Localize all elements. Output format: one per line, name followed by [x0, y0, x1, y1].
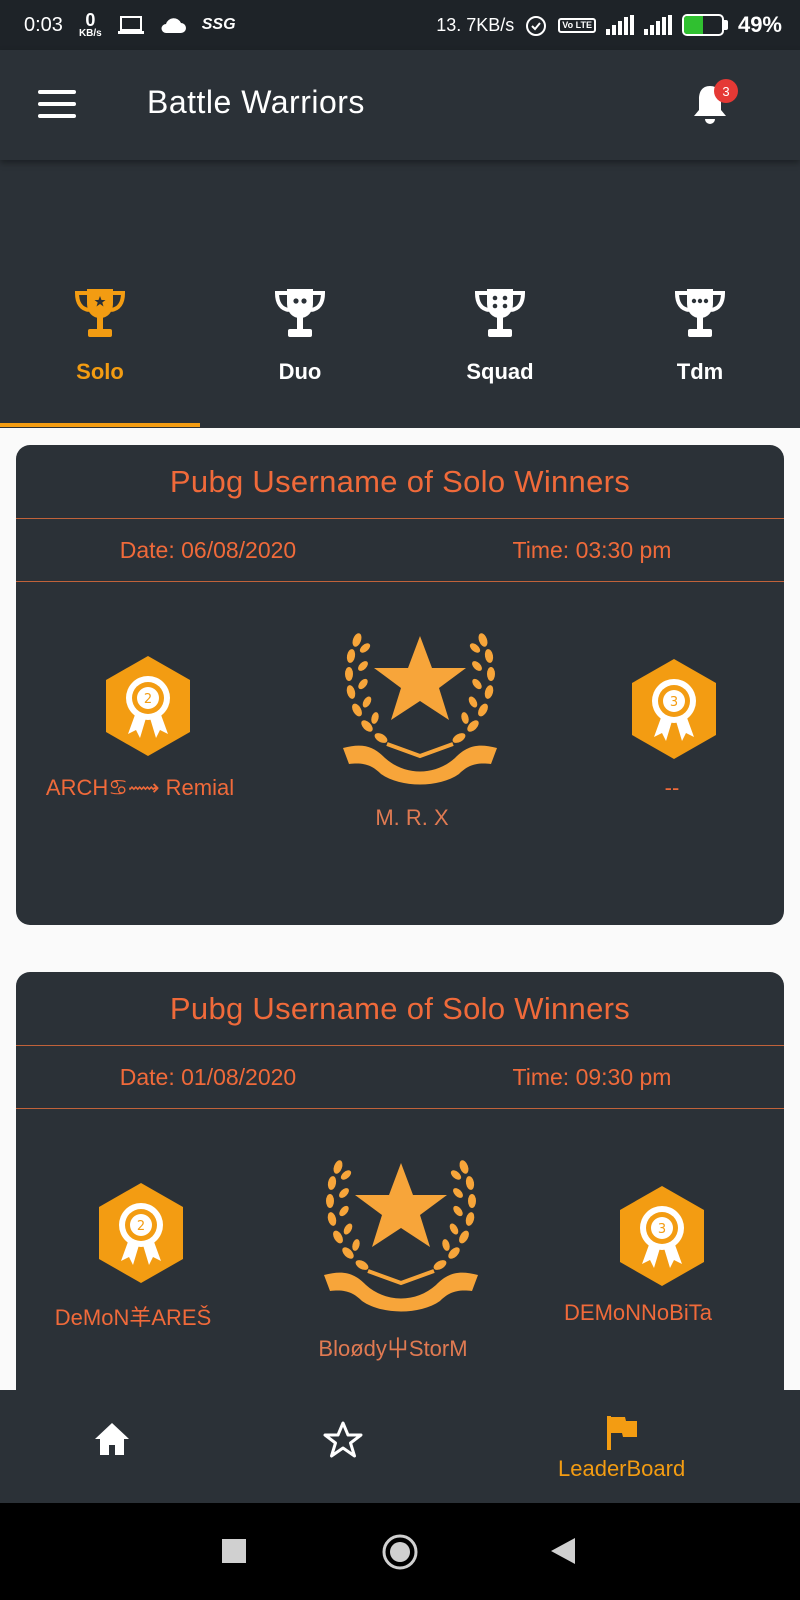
tab-duo[interactable]: Duo	[200, 285, 400, 425]
trophy-icon	[474, 289, 526, 337]
signal-icon-1	[605, 15, 634, 35]
home-system-button[interactable]	[381, 1533, 419, 1576]
trophy-icon	[674, 289, 726, 337]
back-triangle-icon	[551, 1538, 575, 1564]
second-place-name: DeMoN羊AREŠ	[54, 1305, 212, 1330]
menu-icon[interactable]	[38, 90, 76, 118]
tab-label: Solo	[76, 359, 124, 384]
tab-tdm[interactable]: Tdm	[600, 285, 800, 425]
bottom-navigation: LeaderBoard	[0, 1390, 800, 1503]
card-title: Pubg Username of Solo Winners	[16, 445, 784, 519]
match-info: Date: 06/08/2020 Time: 03:30 pm	[16, 519, 784, 582]
tab-label: Tdm	[676, 359, 724, 384]
trophy-icon	[74, 289, 126, 337]
clock: 0:03	[24, 13, 63, 36]
tab-label: Squad	[466, 359, 534, 384]
signal-icon-2	[643, 15, 672, 35]
first-place-wreath-icon	[343, 633, 497, 785]
notification-badge: 3	[714, 79, 738, 103]
match-info: Date: 01/08/2020 Time: 09:30 pm	[16, 1046, 784, 1109]
winners-card: Pubg Username of Solo Winners Date: 06/0…	[16, 445, 784, 925]
circle-icon	[382, 1534, 418, 1570]
speed-value: 0	[85, 10, 96, 30]
svg-text:2: 2	[137, 1219, 145, 1234]
card-title: Pubg Username of Solo Winners	[16, 972, 784, 1046]
second-place-medal-icon: 2	[106, 656, 190, 756]
podium: 2	[16, 1109, 784, 1390]
svg-text:3: 3	[658, 1222, 666, 1237]
first-place-wreath-icon	[324, 1160, 478, 1312]
flag-icon	[606, 1416, 637, 1450]
nav-home[interactable]	[92, 1420, 132, 1458]
winners-card: Pubg Username of Solo Winners Date: 01/0…	[16, 972, 784, 1390]
match-time: Time: 09:30 pm	[512, 1063, 672, 1090]
back-button[interactable]	[551, 1538, 575, 1569]
match-date: Date: 06/08/2020	[119, 536, 297, 563]
match-date: Date: 01/08/2020	[119, 1063, 297, 1090]
system-navigation-bar	[0, 1503, 800, 1600]
volte-icon: Vo LTE	[558, 17, 596, 33]
winners-list[interactable]: Pubg Username of Solo Winners Date: 06/0…	[0, 428, 800, 1390]
podium: 2	[16, 582, 784, 902]
home-icon	[95, 1423, 129, 1455]
match-time: Time: 03:30 pm	[512, 536, 672, 563]
page-title: Battle Warriors	[147, 84, 365, 120]
first-place-name: M. R. X	[375, 805, 449, 830]
third-place-name: DEMoNNoBiTa	[564, 1300, 712, 1325]
tab-header: Solo Duo Squad Tdm	[0, 160, 800, 428]
notifications-button[interactable]: 3	[690, 79, 738, 126]
app-bar: Battle Warriors 3	[0, 50, 800, 160]
trophy-icon	[274, 289, 326, 337]
speed-unit: KB/s	[78, 28, 102, 39]
download-speed: 0 KB/s	[79, 11, 102, 39]
status-bar: 0:03 0 KB/s SSG 13. 7KB/s Vo LTE 49%	[0, 0, 800, 50]
svg-text:3: 3	[670, 695, 678, 710]
first-place-name: Bloødy屮StorM	[318, 1336, 468, 1361]
nav-leaderboard[interactable]: LeaderBoard	[558, 1414, 685, 1482]
star-outline-icon	[323, 1421, 363, 1458]
network-speed: 13. 7KB/s	[436, 14, 515, 35]
nav-favorites[interactable]	[322, 1420, 364, 1460]
third-place-medal-icon: 3	[620, 1186, 704, 1286]
active-tab-indicator	[0, 423, 200, 427]
alarm-icon	[526, 16, 547, 36]
cloud-icon	[161, 18, 186, 33]
laptop-icon	[117, 16, 144, 34]
second-place-medal-icon: 2	[99, 1183, 183, 1283]
tab-bar: Solo Duo Squad Tdm	[0, 285, 800, 425]
tab-solo[interactable]: Solo	[0, 285, 200, 425]
battery-icon	[681, 14, 728, 36]
battery-percent: 49%	[737, 12, 782, 37]
recents-button[interactable]	[222, 1539, 246, 1568]
third-place-medal-icon: 3	[632, 659, 716, 759]
carrier-tag: SSG	[201, 16, 236, 33]
square-icon	[222, 1539, 246, 1563]
tab-squad[interactable]: Squad	[400, 285, 600, 425]
svg-text:2: 2	[144, 692, 152, 707]
second-place-name: ARCH♋⟿ Remial	[45, 775, 235, 800]
third-place-name: --	[664, 775, 680, 800]
nav-leaderboard-label: LeaderBoard	[558, 1456, 686, 1481]
tab-label: Duo	[278, 359, 322, 384]
